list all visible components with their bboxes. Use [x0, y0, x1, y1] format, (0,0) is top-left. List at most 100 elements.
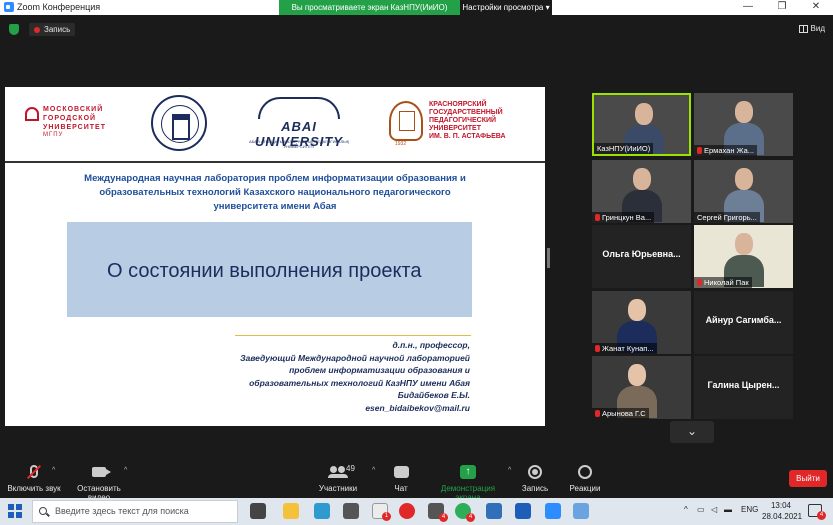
record-icon [528, 464, 542, 479]
participants-options-chevron-icon[interactable]: ^ [372, 467, 375, 474]
clock-time: 13:04 [770, 501, 792, 510]
edge-browser-icon[interactable] [314, 503, 330, 519]
chrome-icon[interactable]: 4 [455, 503, 475, 522]
participant-name: Ермахан Жа... [704, 146, 754, 155]
app-icon[interactable] [486, 503, 502, 519]
participants-icon: 49 [328, 464, 355, 478]
kgpu-line-3: ПЕДАГОГИЧЕСКИЙ [429, 117, 497, 124]
abai-university-logo: ABAI UNIVERSITY АБАЙ АТЫНДАҒЫ ҚАЗАҚ ҰЛТТ… [238, 97, 360, 151]
chat-button[interactable]: Чат [389, 463, 413, 493]
language-indicator[interactable]: ENG [741, 505, 758, 514]
notifications-badge: 4 [817, 511, 826, 520]
mgpu-emblem-icon [25, 107, 39, 121]
mgpu-sub: МГПУ [43, 132, 64, 138]
participants-button[interactable]: 49 Участники [316, 463, 360, 494]
project-title: О состоянии выполнения проекта [107, 260, 422, 282]
lab-title-line-2: образовательных технологий Казахского на… [99, 187, 451, 198]
volume-icon[interactable]: ◁ [711, 505, 717, 514]
stop-video-button[interactable]: Остановить видео [66, 463, 132, 502]
opera-icon[interactable] [399, 503, 415, 519]
app-icon[interactable] [573, 503, 589, 519]
store-icon[interactable] [343, 503, 359, 519]
close-button[interactable]: ✕ [799, 0, 833, 15]
encryption-shield-icon[interactable] [9, 24, 19, 35]
network-icon[interactable]: ▭ [697, 505, 705, 514]
windows-start-icon[interactable] [8, 504, 22, 518]
scroll-down-button[interactable]: ⌄ [670, 421, 714, 443]
participant-name: Гринцкун Ва... [602, 213, 652, 222]
kgpu-line-1: КРАСНОЯРСКИЙ [429, 101, 487, 108]
task-view-icon[interactable] [250, 503, 266, 519]
participant-tile[interactable]: Арынова Г.С [592, 356, 691, 419]
chat-icon [393, 465, 409, 478]
participants-label: Участники [318, 484, 358, 493]
participant-tile[interactable]: Жанат Кунап... [592, 291, 691, 354]
video-options-chevron-icon[interactable]: ^ [124, 467, 127, 474]
author-divider [235, 335, 471, 336]
meeting-toolbar: Включить звук ^ Остановить видео ^ 49 Уч… [0, 458, 833, 502]
share-screen-button[interactable]: ↑ Демонстрация экрана [428, 463, 508, 502]
mgpu-line-2: ГОРОДСКОЙ [43, 115, 97, 122]
zoom-taskbar-icon[interactable] [545, 503, 561, 519]
chat-label: Чат [394, 484, 408, 493]
laboratory-title: Международная научная лаборатория пробле… [75, 172, 475, 214]
author-line-2: Заведующий Международной научной лаборат… [240, 352, 470, 363]
author-email: esen_bidaibekov@mail.ru [365, 402, 470, 413]
mic-muted-icon [595, 214, 600, 221]
kgpu-logo: 1932 КРАСНОЯРСКИЙ ГОСУДАРСТВЕННЫЙ ПЕДАГО… [389, 101, 539, 149]
record-button[interactable]: Запись [520, 463, 550, 493]
reactions-label: Реакции [569, 484, 601, 493]
participant-tile[interactable]: Гринцкун Ва... [592, 160, 691, 223]
mgpu-line-3: УНИВЕРСИТЕТ [43, 124, 106, 131]
audio-options-chevron-icon[interactable]: ^ [52, 467, 55, 474]
file-explorer-icon[interactable] [283, 503, 299, 519]
taskbar-search-input[interactable]: Введите здесь текст для поиска [32, 500, 238, 523]
app-title: Zoom Конференция [4, 2, 100, 12]
participant-tile[interactable]: Ермахан Жа... [694, 93, 793, 156]
view-button[interactable]: Вид [798, 24, 825, 33]
lab-title-line-3: университета имени Абая [213, 201, 337, 212]
participant-tile[interactable]: Николай Пак [694, 225, 793, 288]
participant-tile[interactable]: КазНПУ(ИиИО) [592, 93, 691, 156]
panel-resize-handle[interactable] [547, 248, 550, 268]
mgpu-logo: МОСКОВСКИЙ ГОРОДСКОЙ УНИВЕРСИТЕТ МГПУ [25, 105, 140, 138]
word-icon[interactable] [515, 503, 531, 519]
kgpu-year: 1932 [395, 141, 407, 147]
participant-tile[interactable]: Айнур Сагимба... [694, 291, 793, 354]
slide-divider [5, 161, 545, 163]
notifications-icon[interactable]: 4 [808, 504, 826, 520]
reactions-button[interactable]: Реакции [566, 463, 604, 493]
taskbar-clock[interactable]: 13:04 28.04.2021 [762, 500, 802, 522]
tray-overflow-icon[interactable]: ^ [684, 505, 688, 514]
participant-name: Галина Цырен... [707, 380, 780, 390]
mic-muted-icon [595, 410, 600, 417]
view-options-button[interactable]: Настройки просмотра ▾ [460, 0, 552, 15]
participant-tile[interactable]: Сергей Григорь... [694, 160, 793, 223]
minimize-button[interactable]: — [731, 0, 765, 15]
zoom-logo-icon [4, 2, 14, 12]
recording-label: Запись [44, 25, 71, 34]
app-icon[interactable]: 4 [428, 503, 448, 522]
recording-indicator[interactable]: Запись [29, 23, 76, 36]
mic-muted-icon [697, 279, 702, 286]
kgpu-line-2: ГОСУДАРСТВЕННЫЙ [429, 109, 503, 116]
battery-icon[interactable]: ▬ [724, 505, 732, 514]
recording-dot-icon [34, 26, 40, 33]
abai-logo-subtext: АБАЙ АТЫНДАҒЫ ҚАЗАҚ ҰЛТТЫҚ ПЕДАГОГИКАЛЫҚ… [248, 139, 350, 149]
meeting-status-row: Запись Вид [0, 20, 833, 38]
maximize-button[interactable]: ❐ [765, 0, 799, 15]
kgpu-line-5: ИМ. В. П. АСТАФЬЕВА [429, 133, 506, 140]
leave-button[interactable]: Выйти [789, 470, 827, 487]
project-title-box: О состоянии выполнения проекта [67, 222, 472, 317]
participant-name: Сергей Григорь... [697, 213, 757, 222]
participant-tile[interactable]: Ольга Юрьевна... [592, 225, 691, 288]
share-screen-icon: ↑ [460, 464, 476, 479]
view-label: Вид [810, 24, 825, 33]
app-icon[interactable]: 1 [372, 503, 391, 521]
participant-tile[interactable]: Галина Цырен... [694, 356, 793, 419]
participant-name: Ольга Юрьевна... [602, 249, 681, 259]
participant-name: Айнур Сагимба... [705, 315, 782, 325]
app-badge: 4 [466, 513, 475, 522]
share-options-chevron-icon[interactable]: ^ [508, 467, 511, 474]
mic-muted-icon [595, 345, 600, 352]
